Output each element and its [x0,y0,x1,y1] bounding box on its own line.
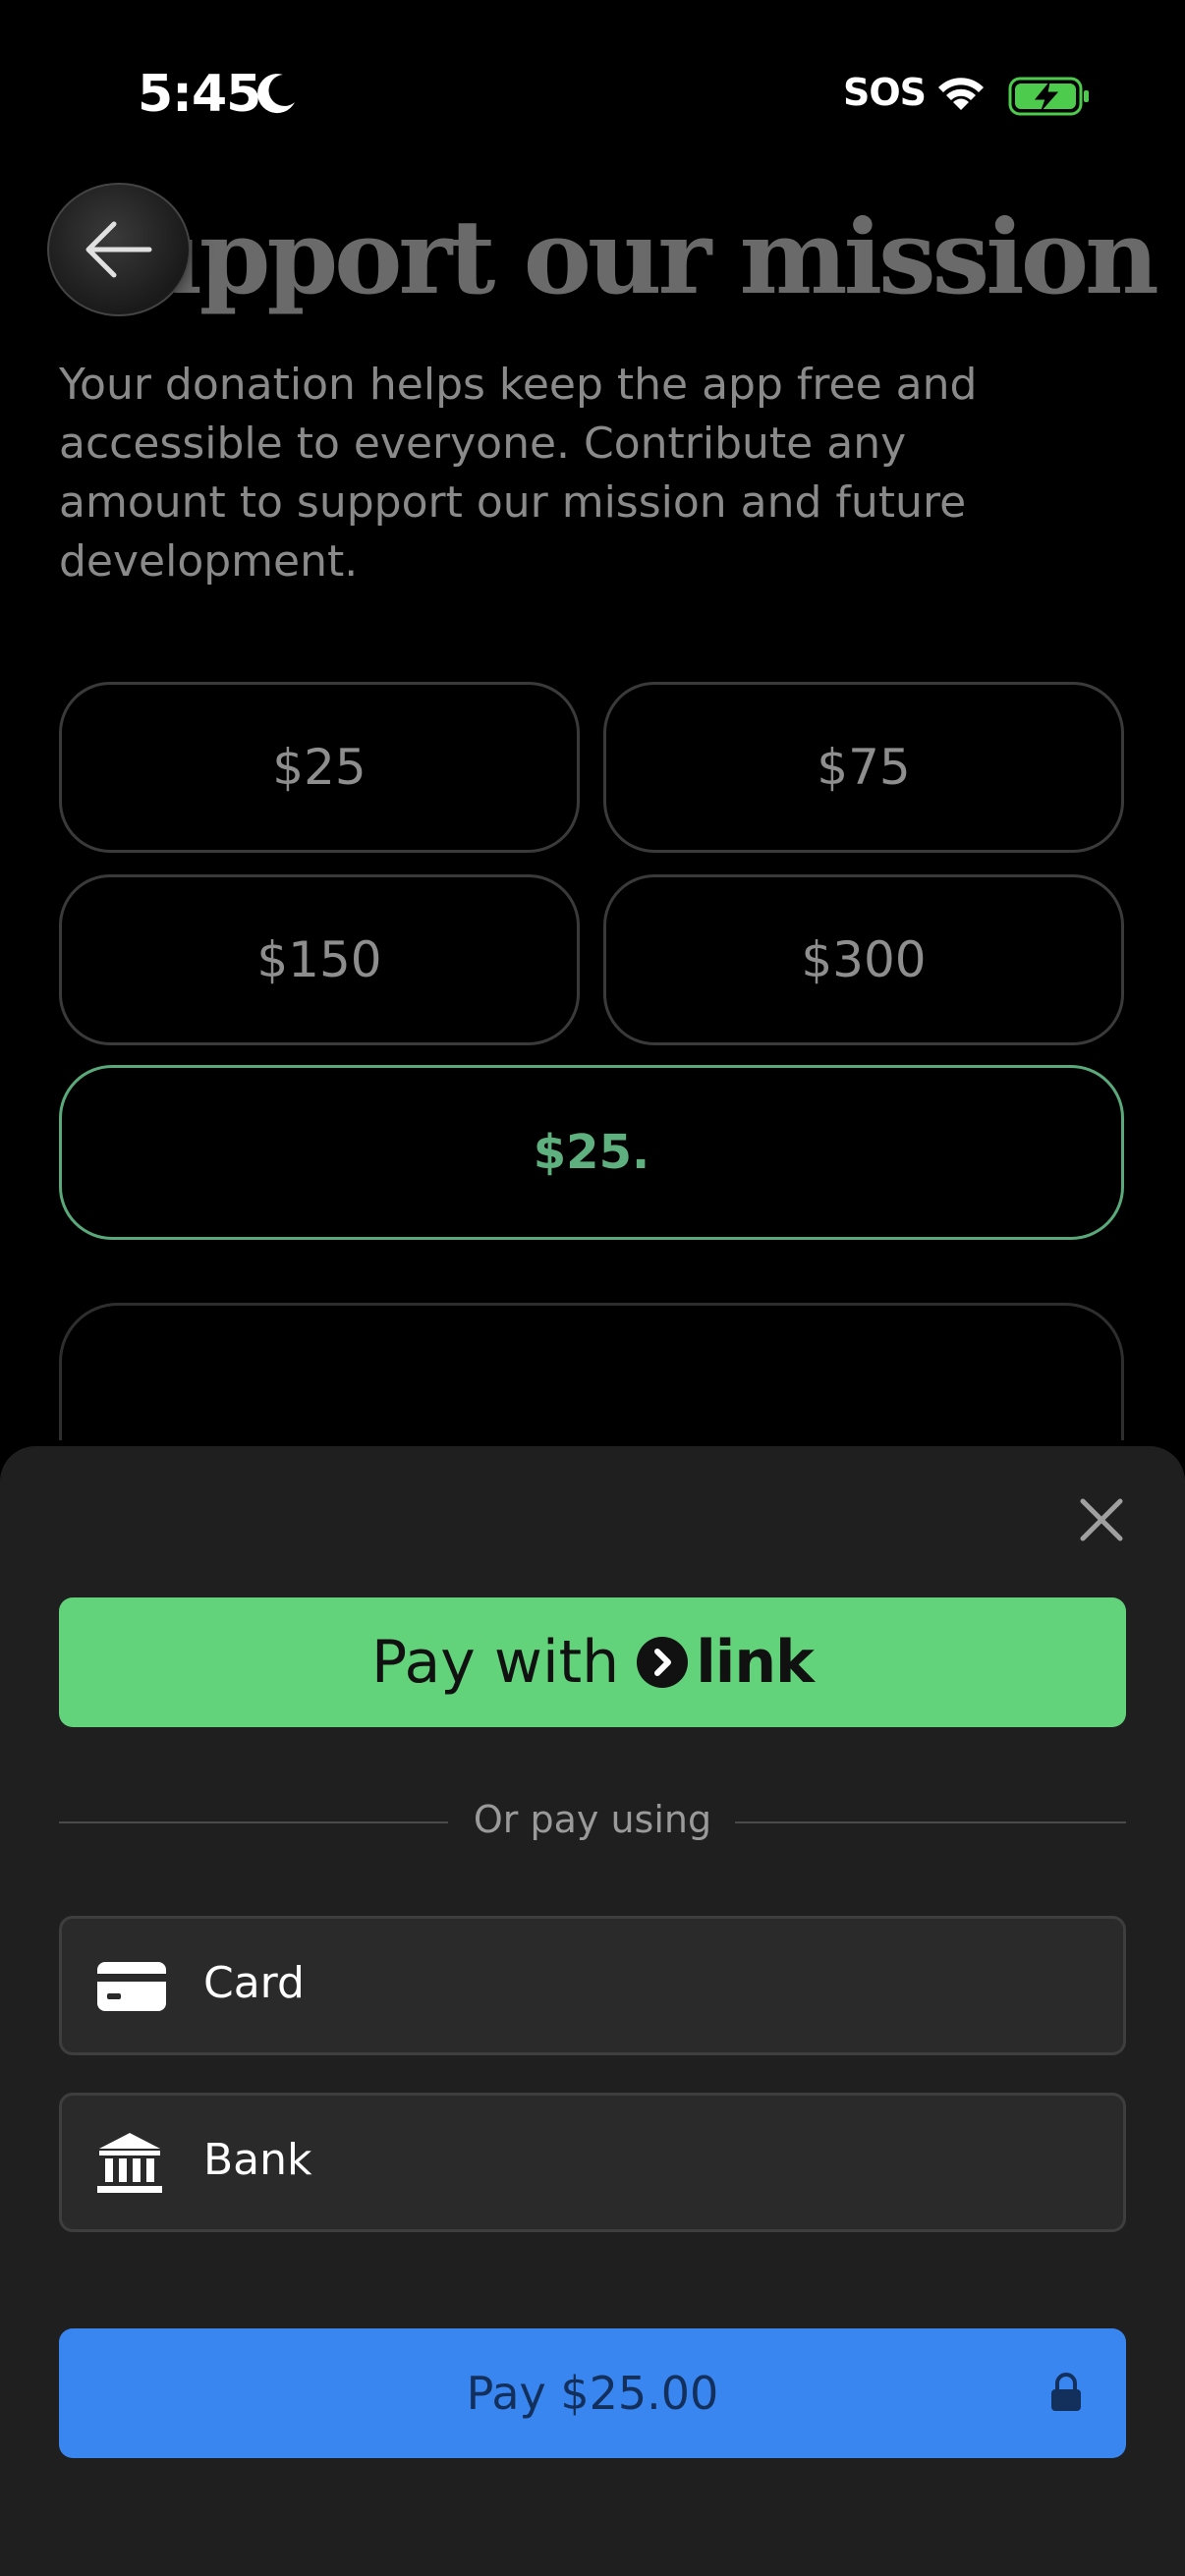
payment-method-bank[interactable]: Bank [59,2093,1126,2232]
battery-charging-icon [1008,77,1089,116]
amount-option-75[interactable]: $75 [603,682,1124,853]
back-button[interactable] [47,183,191,316]
page-description: Your donation helps keep the app free an… [59,360,978,587]
link-brand-text: link [696,1628,815,1697]
lock-icon [1051,2373,1081,2411]
pay-with-link-button[interactable]: Pay with link [59,1597,1126,1727]
status-time: 5:45 [138,65,261,124]
status-sos: SOS [843,71,927,114]
or-pay-using-label: Or pay using [473,1798,712,1841]
donate-button-partial [59,1303,1124,1440]
payment-method-label: Card [203,1958,305,2008]
link-button-prefix: Pay with [371,1628,620,1697]
card-icon [97,1962,166,2011]
divider-right [735,1821,1126,1823]
payment-method-card[interactable]: Card [59,1916,1126,2055]
amount-option-300[interactable]: $300 [603,874,1124,1045]
amount-option-150[interactable]: $150 [59,874,580,1045]
page-title: Support our mission [59,196,1159,317]
pay-button[interactable]: Pay $25.00 [59,2328,1126,2458]
moon-icon [257,74,295,114]
close-icon[interactable] [1077,1495,1126,1544]
link-logo-icon [637,1637,689,1688]
pay-button-label: Pay $25.00 [466,2367,719,2420]
bank-icon [97,2133,162,2193]
wifi-icon [938,78,984,110]
arrow-left-icon [85,221,152,278]
amount-option-25[interactable]: $25 [59,682,580,853]
payment-method-label: Bank [203,2135,312,2185]
custom-amount-input[interactable]: $25. [59,1065,1124,1240]
